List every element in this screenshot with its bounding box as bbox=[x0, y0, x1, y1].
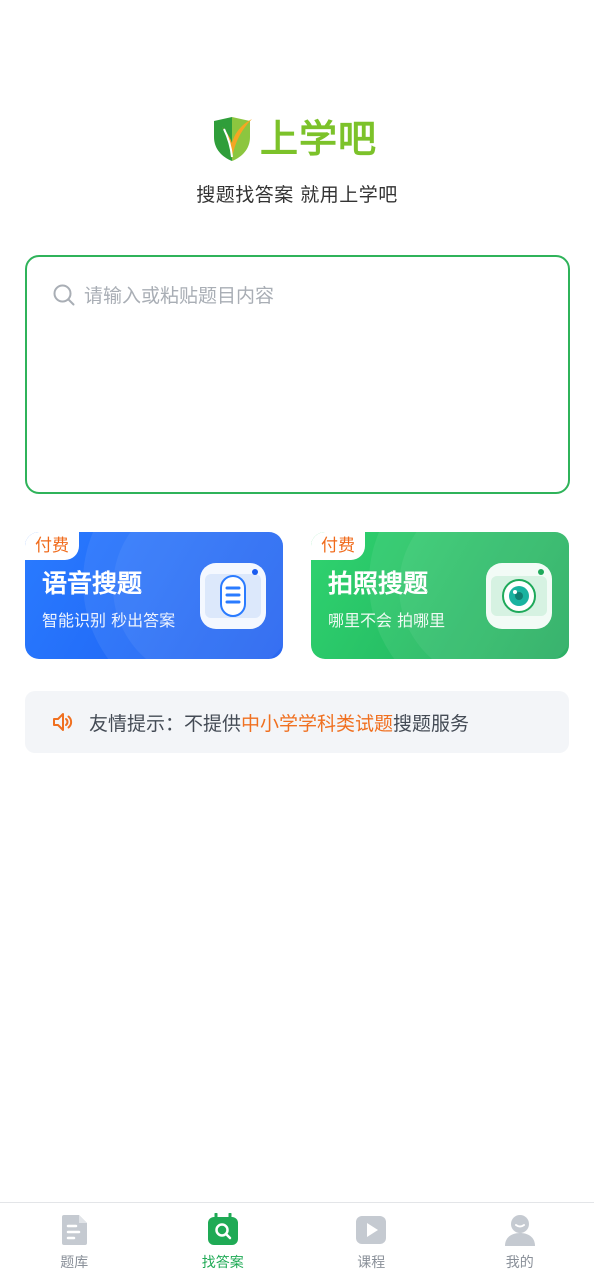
speaker-icon bbox=[53, 713, 73, 731]
photo-search-title: 拍照搜题 bbox=[328, 569, 429, 598]
tab-mine[interactable]: 我的 bbox=[446, 1203, 594, 1280]
tip-text: 友情提示：不提供中小学学科类试题搜题服务 bbox=[89, 709, 469, 736]
tab-label: 找答案 bbox=[201, 1255, 244, 1271]
slogan: 搜题找答案 就用上学吧 bbox=[196, 184, 398, 206]
tab-label: 我的 bbox=[505, 1255, 534, 1271]
paid-badge: 付费 bbox=[25, 532, 79, 560]
search-placeholder: 请输入或粘贴题目内容 bbox=[84, 285, 275, 307]
microphone-icon bbox=[200, 563, 266, 629]
play-icon bbox=[356, 1216, 387, 1244]
search-icon bbox=[53, 284, 75, 306]
paid-badge: 付费 bbox=[311, 532, 365, 560]
photo-search-card[interactable]: 付费 拍照搜题 哪里不会 拍哪里 bbox=[311, 532, 569, 659]
tab-label: 课程 bbox=[357, 1255, 386, 1271]
voice-search-title: 语音搜题 bbox=[42, 569, 143, 598]
document-icon bbox=[62, 1215, 88, 1245]
tip-highlight: 中小学学科类试题 bbox=[241, 712, 394, 735]
voice-search-subtitle: 智能识别 秒出答案 bbox=[42, 611, 176, 630]
tab-question-bank[interactable]: 题库 bbox=[0, 1203, 149, 1280]
logo-text: 上学吧 bbox=[260, 117, 378, 161]
tip-suffix: 搜题服务 bbox=[393, 712, 470, 735]
friendly-tip-bar: 友情提示：不提供中小学学科类试题搜题服务 bbox=[25, 691, 569, 753]
app-logo: 上学吧 bbox=[210, 112, 390, 166]
tab-find-answer[interactable]: 找答案 bbox=[149, 1203, 298, 1280]
camera-icon bbox=[486, 563, 552, 629]
user-icon bbox=[504, 1215, 535, 1246]
tab-courses[interactable]: 课程 bbox=[297, 1203, 446, 1280]
tip-prefix: 友情提示：不提供 bbox=[89, 712, 242, 735]
search-answer-icon bbox=[207, 1213, 238, 1245]
voice-search-card[interactable]: 付费 语音搜题 智能识别 秒出答案 bbox=[25, 532, 283, 659]
shield-leaf-logo-icon bbox=[214, 117, 252, 161]
tab-label: 题库 bbox=[60, 1255, 89, 1271]
search-home-page: 上学吧 搜题找答案 就用上学吧 请输入或粘贴题目内容 付费 语音搜题 智能识别 … bbox=[0, 0, 594, 1280]
photo-search-subtitle: 哪里不会 拍哪里 bbox=[328, 611, 446, 630]
question-input-box[interactable]: 请输入或粘贴题目内容 bbox=[25, 255, 570, 494]
bottom-tab-bar: 题库 找答案 课程 我的 bbox=[0, 1202, 594, 1280]
